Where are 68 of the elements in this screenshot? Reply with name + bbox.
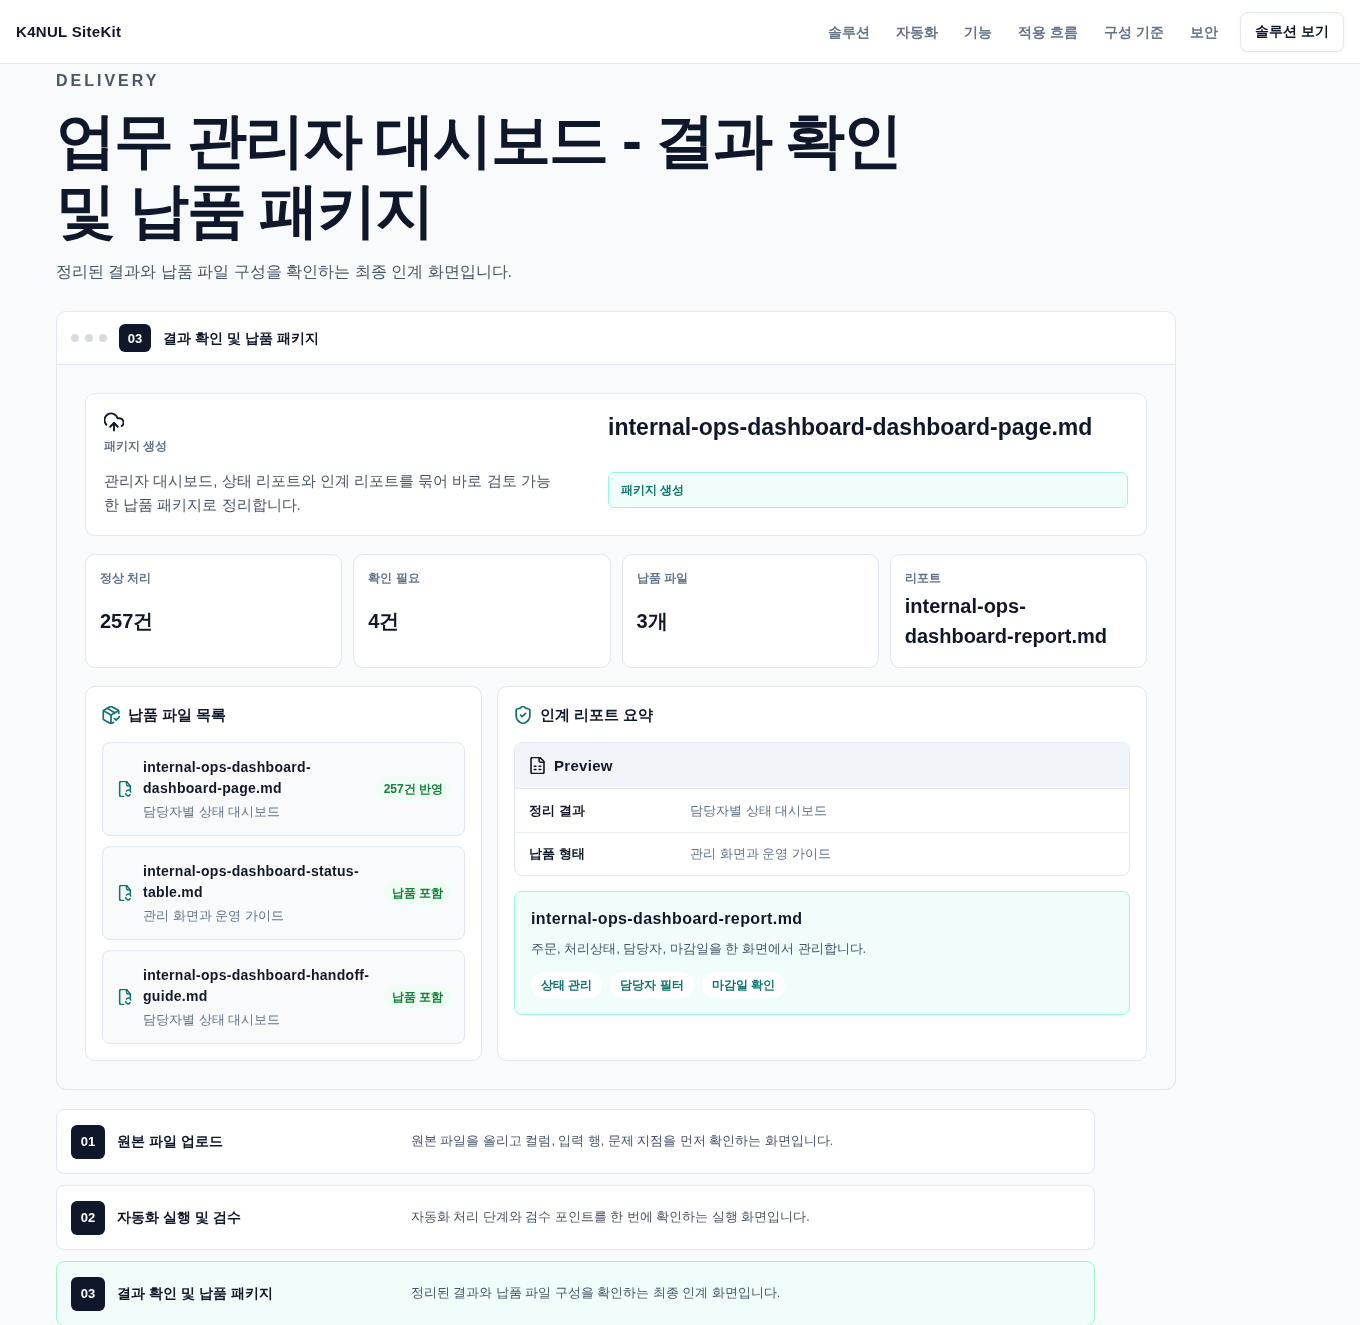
file-description: 담당자별 상태 대시보드 — [143, 1011, 282, 1029]
page-subtitle: 정리된 결과와 납품 파일 구성을 확인하는 최종 인계 화면입니다. — [56, 262, 513, 282]
preview-value: 담당자별 상태 대시보드 — [690, 801, 829, 820]
step-description: 자동화 처리 단계와 검수 포인트를 한 번에 확인하는 실행 화면입니다. — [411, 1209, 811, 1226]
step-number: 03 — [119, 324, 151, 352]
dot-icon — [99, 334, 107, 342]
preview-key: 납품 형태 — [529, 845, 690, 863]
file-name: internal-ops-dashboard-handoff-guide.md — [143, 966, 371, 1006]
package-filename: internal-ops-dashboard-dashboard-page.md — [608, 413, 1094, 442]
package-label: 패키지 생성 — [104, 438, 169, 454]
stat-label: 리포트 — [904, 571, 942, 585]
file-name: internal-ops-dashboard-dashboard-page.md — [143, 758, 312, 798]
file-badge: 납품 포함 — [383, 881, 451, 905]
step-number: 01 — [71, 1124, 105, 1159]
package-icon — [102, 706, 120, 724]
panel-title: 결과 확인 및 납품 패키지 — [163, 329, 319, 348]
stat-value: 3개 — [636, 609, 668, 634]
document-icon — [529, 757, 546, 774]
cloud-upload-icon — [104, 412, 124, 432]
tag-chip: 상태 관리 — [531, 972, 603, 998]
step-number: 02 — [71, 1200, 105, 1235]
report-description: 주문, 처리상태, 담당자, 마감일을 한 화면에서 관리합니다. — [531, 940, 868, 958]
step-title: 결과 확인 및 납품 패키지 — [117, 1284, 274, 1303]
nav-link[interactable]: 솔루션 — [828, 21, 871, 42]
step-number: 03 — [71, 1276, 105, 1311]
dot-icon — [71, 334, 79, 342]
tag-chip: 마감일 확인 — [701, 972, 786, 998]
stat-label: 납품 파일 — [636, 571, 689, 585]
file-description: 관리 화면과 운영 가이드 — [143, 907, 285, 925]
stat-label: 확인 필요 — [368, 571, 421, 585]
package-description: 관리자 대시보드, 상태 리포트와 인계 리포트를 묶어 바로 검토 가능한 납품 패키지로 정리합니다. — [104, 471, 552, 515]
nav-link[interactable]: 적용 흐름 — [1018, 21, 1079, 42]
stat-value: 257건 — [100, 609, 154, 634]
card-title: 인계 리포트 요약 — [540, 705, 654, 725]
eyebrow-label: DELIVERY — [56, 71, 161, 91]
stat-label: 정상 처리 — [100, 571, 153, 585]
nav-link[interactable]: 기능 — [964, 21, 993, 42]
step-title: 자동화 실행 및 검수 — [117, 1208, 242, 1227]
file-description: 담당자별 상태 대시보드 — [143, 803, 282, 821]
report-filename: internal-ops-dashboard-report.md — [531, 909, 804, 929]
dot-icon — [85, 334, 93, 342]
tag-chip: 담당자 필터 — [610, 972, 694, 998]
package-status: 패키지 생성 — [608, 472, 1128, 508]
file-icon — [117, 989, 133, 1005]
preview-value: 관리 화면과 운영 가이드 — [690, 845, 832, 863]
nav-link[interactable]: 자동화 — [896, 21, 939, 42]
step-card[interactable]: 01 원본 파일 업로드 원본 파일을 올리고 컬럼, 입력 행, 문제 지점을 먼저 확인하는 화면입니다. — [56, 1109, 1095, 1174]
page-title: 업무 관리자 대시보드 - 결과 확인 및 납품 패키지 — [56, 106, 903, 246]
file-badge: 납품 포함 — [383, 985, 451, 1009]
stat-value: 4건 — [368, 609, 400, 634]
stat-value: internal-ops-dashboard-report.md — [904, 594, 1108, 649]
shield-check-icon — [514, 706, 532, 724]
preview-key: 정리 결과 — [529, 801, 690, 820]
file-name: internal-ops-dashboard-status-table.md — [143, 862, 360, 902]
card-title: 납품 파일 목록 — [128, 705, 227, 725]
preview-title: Preview — [554, 757, 613, 774]
nav-link[interactable]: 구성 기준 — [1104, 21, 1165, 42]
step-description: 원본 파일을 올리고 컬럼, 입력 행, 문제 지점을 먼저 확인하는 화면입니다. — [411, 1133, 835, 1150]
file-icon — [117, 781, 133, 797]
step-card[interactable]: 03 결과 확인 및 납품 패키지 정리된 결과와 납품 파일 구성을 확인하는 최종 인계 화면입니다. — [56, 1261, 1095, 1325]
step-description: 정리된 결과와 납품 파일 구성을 확인하는 최종 인계 화면입니다. — [411, 1285, 782, 1302]
logo[interactable]: K4NUL SiteKit — [16, 23, 122, 40]
file-icon — [117, 885, 133, 901]
cta-button[interactable]: 솔루션 보기 — [1240, 11, 1344, 52]
file-badge: 257건 반영 — [375, 777, 451, 801]
step-title: 원본 파일 업로드 — [117, 1132, 224, 1151]
nav-link[interactable]: 보안 — [1190, 21, 1219, 42]
step-card[interactable]: 02 자동화 실행 및 검수 자동화 처리 단계와 검수 포인트를 한 번에 확인하는 실행 화면입니다. — [56, 1185, 1095, 1250]
